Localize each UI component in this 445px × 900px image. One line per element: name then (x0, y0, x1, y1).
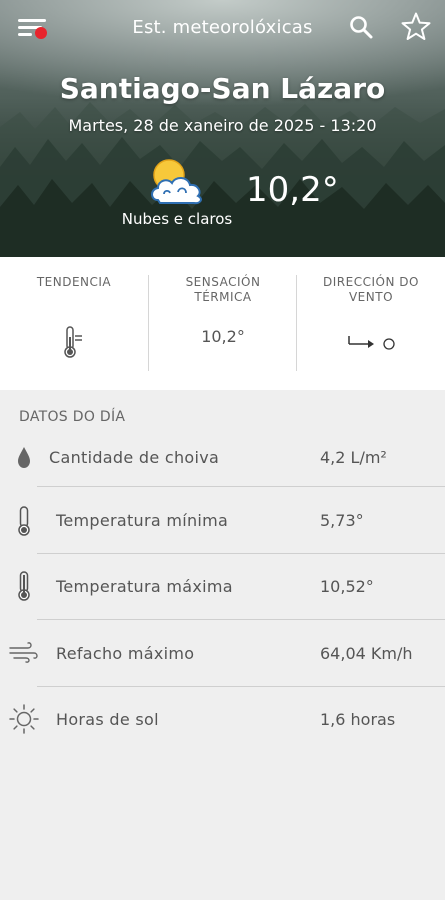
row-label: Temperatura máxima (56, 577, 233, 596)
feels-like-value: 10,2° (201, 327, 245, 346)
list-item-max-temp: Temperatura máxima 10,52° (0, 554, 445, 620)
feels-like-label: SENSACIÓN TÉRMICA (185, 275, 261, 304)
trend-label: TENDENCIA (36, 275, 112, 289)
list-item-rain: Cantidade de choiva 4,2 L/m² (0, 424, 445, 490)
sun-behind-clouds-icon (151, 159, 202, 205)
app-title: Est. meteorolóxicas (132, 17, 313, 38)
row-label: Horas de sol (56, 710, 159, 729)
station-name: Santiago-San Lázaro (59, 72, 386, 105)
row-value: 64,04 Km/h (320, 644, 413, 663)
row-label: Cantidade de choiva (49, 448, 220, 467)
list-item-wind-gust: Refacho máximo 64,04 Km/h (0, 620, 445, 687)
current-conditions-panel: TENDENCIA SENSACIÓN TÉRMICA 10,2° DIRECC… (0, 257, 445, 390)
row-value: 10,52° (320, 577, 374, 596)
row-value: 1,6 horas (320, 710, 396, 729)
wind-direction-label: DIRECCIÓN DO VENTO (323, 275, 419, 304)
observation-datetime: Martes, 28 de xaneiro de 2025 - 13:20 (68, 116, 377, 135)
row-value: 5,73° (320, 511, 364, 530)
row-label: Temperatura mínima (56, 511, 229, 530)
star-outline-icon[interactable] (400, 11, 432, 43)
thermometer-steady-icon (64, 326, 82, 358)
top-app-bar: Est. meteorolóxicas (0, 0, 445, 56)
trend-stat: TENDENCIA (0, 275, 148, 371)
feels-like-stat: SENSACIÓN TÉRMICA 10,2° (149, 275, 297, 371)
weather-condition: Nubes e claros (121, 210, 233, 228)
wind-direction-stat: DIRECCIÓN DO VENTO (297, 275, 445, 371)
wind-direction-arrow-icon (348, 336, 395, 350)
thermometer-high-icon (18, 571, 30, 601)
thermometer-low-icon (18, 506, 30, 536)
row-value: 4,2 L/m² (320, 448, 387, 467)
wind-gust-icon (9, 642, 38, 663)
raindrop-icon (18, 447, 30, 468)
day-data-title: DATOS DO DÍA (19, 409, 126, 425)
sun-icon (9, 704, 39, 734)
search-icon[interactable] (348, 14, 374, 40)
list-item-sun-hours: Horas de sol 1,6 horas (0, 686, 445, 752)
list-item-min-temp: Temperatura mínima 5,73° (0, 487, 445, 554)
station-header: Est. meteorolóxicas Santiago-San Lázaro … (0, 0, 445, 257)
row-label: Refacho máximo (56, 644, 195, 663)
current-temperature: 10,2° (246, 170, 339, 210)
